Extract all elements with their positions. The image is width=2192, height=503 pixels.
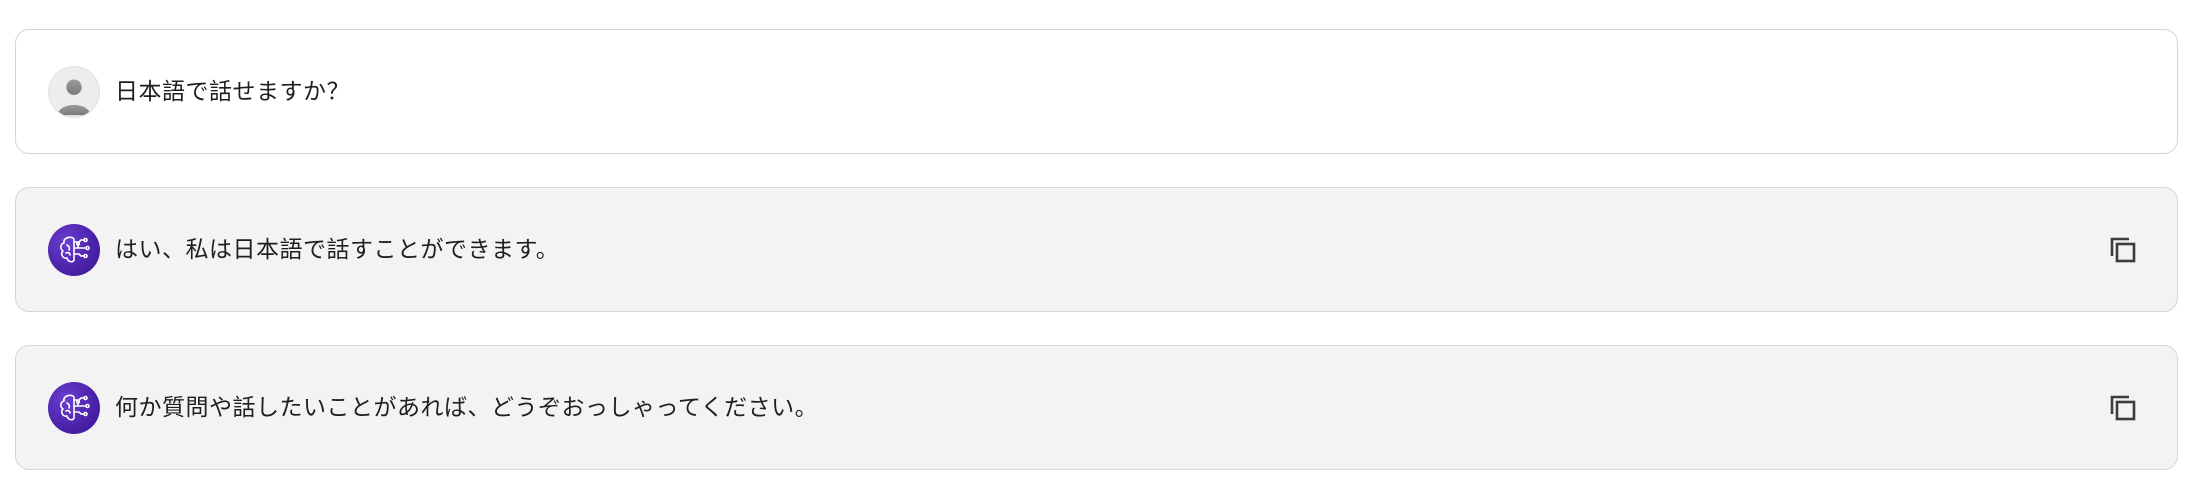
ai-brain-circuit-icon bbox=[48, 223, 100, 276]
ai-brain-circuit-icon bbox=[48, 381, 100, 434]
assistant-message: はい、私は日本語で話すことができます。 bbox=[15, 187, 2178, 312]
copy-button[interactable] bbox=[2103, 388, 2143, 428]
message-text: はい、私は日本語で話すことができます。 bbox=[115, 236, 560, 263]
copy-icon bbox=[2110, 395, 2136, 420]
user-message: 日本語で話せますか？ bbox=[15, 29, 2178, 154]
copy-button[interactable] bbox=[2103, 230, 2143, 270]
copy-icon bbox=[2110, 237, 2136, 262]
message-text: 日本語で話せますか？ bbox=[115, 78, 350, 105]
chat-thread: 日本語で話せますか？ はい、私は日本語で話すことができます。 何か質問や話したい… bbox=[15, 29, 2178, 503]
user-avatar-icon bbox=[48, 65, 100, 118]
message-text: 何か質問や話したいことがあれば、どうぞおっしゃってください。 bbox=[115, 394, 819, 421]
assistant-message: 何か質問や話したいことがあれば、どうぞおっしゃってください。 bbox=[15, 345, 2178, 470]
